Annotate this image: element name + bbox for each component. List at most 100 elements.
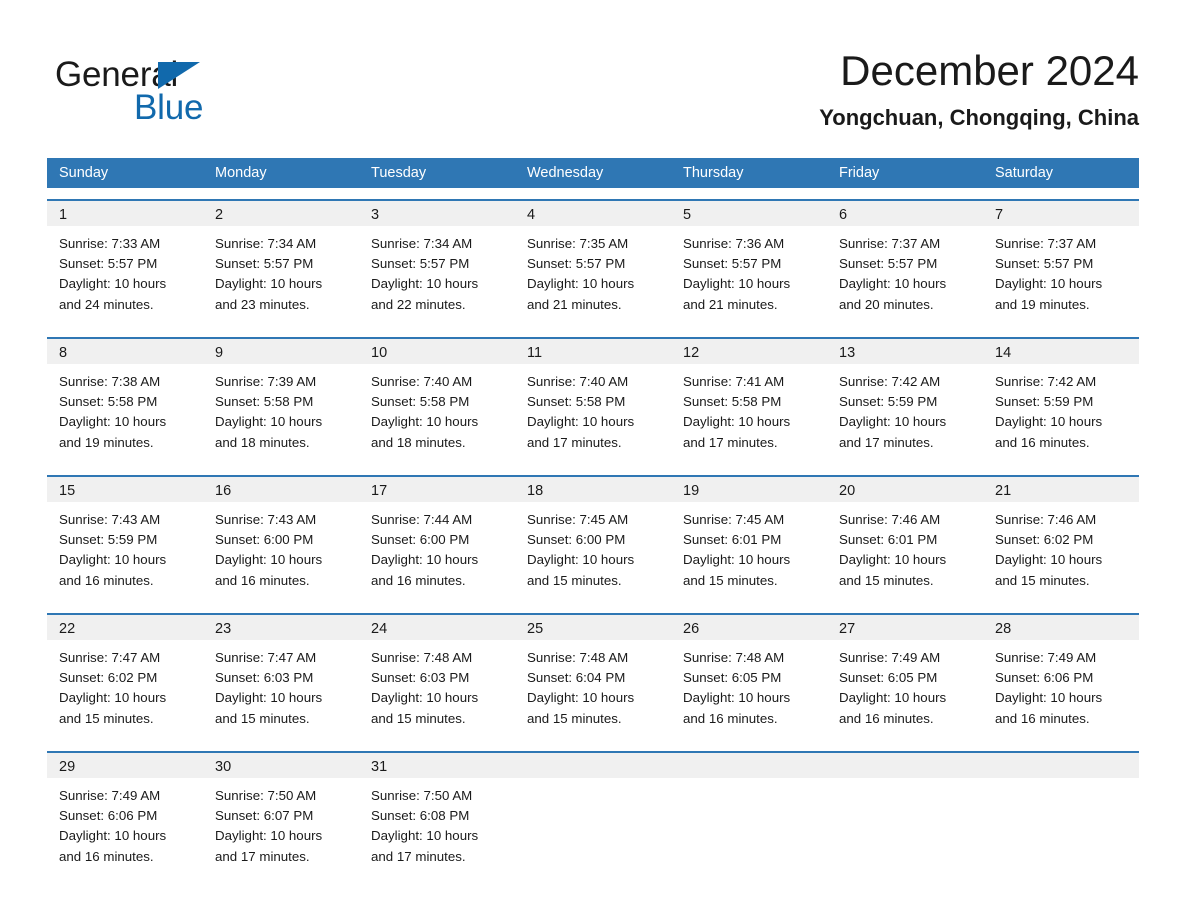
day-cell[interactable]: 9 Sunrise: 7:39 AM Sunset: 5:58 PM Dayli… [203, 339, 359, 464]
day-number: 1 [47, 201, 203, 226]
day-cell[interactable]: 24 Sunrise: 7:48 AM Sunset: 6:03 PM Dayl… [359, 615, 515, 740]
sunset-text: Sunset: 6:00 PM [371, 532, 470, 548]
day-details: Sunrise: 7:50 AM Sunset: 6:07 PM Dayligh… [203, 778, 359, 878]
sunset-text: Sunset: 5:57 PM [683, 256, 782, 272]
day-details: Sunrise: 7:42 AM Sunset: 5:59 PM Dayligh… [827, 364, 983, 464]
sunrise-text: Sunrise: 7:48 AM [527, 650, 629, 665]
daylight-text-line1: Daylight: 10 hours [839, 690, 947, 706]
daylight-text-line1: Daylight: 10 hours [839, 552, 947, 568]
day-cell[interactable]: 13 Sunrise: 7:42 AM Sunset: 5:59 PM Dayl… [827, 339, 983, 464]
day-cell[interactable]: 15 Sunrise: 7:43 AM Sunset: 5:59 PM Dayl… [47, 477, 203, 602]
day-number: 7 [983, 201, 1139, 226]
day-details: Sunrise: 7:45 AM Sunset: 6:00 PM Dayligh… [515, 502, 671, 602]
sunrise-text: Sunrise: 7:37 AM [839, 236, 941, 251]
sunset-text: Sunset: 6:08 PM [371, 808, 470, 824]
day-cell[interactable]: 12 Sunrise: 7:41 AM Sunset: 5:58 PM Dayl… [671, 339, 827, 464]
day-cell[interactable]: 29 Sunrise: 7:49 AM Sunset: 6:06 PM Dayl… [47, 753, 203, 878]
day-cell[interactable]: 23 Sunrise: 7:47 AM Sunset: 6:03 PM Dayl… [203, 615, 359, 740]
day-details: Sunrise: 7:37 AM Sunset: 5:57 PM Dayligh… [983, 226, 1139, 326]
daylight-text-line1: Daylight: 10 hours [59, 690, 167, 706]
daylight-text-line2: and 22 minutes. [371, 296, 466, 312]
weekday-header-tuesday: Tuesday [371, 165, 427, 181]
weekday-header-saturday: Saturday [995, 165, 1054, 181]
logo-text-blue: Blue [134, 88, 204, 127]
daylight-text-line2: and 17 minutes. [839, 434, 934, 450]
sunset-text: Sunset: 6:02 PM [59, 670, 158, 686]
sunset-text: Sunset: 6:05 PM [839, 670, 938, 686]
day-cell[interactable]: 18 Sunrise: 7:45 AM Sunset: 6:00 PM Dayl… [515, 477, 671, 602]
sunset-text: Sunset: 6:00 PM [215, 532, 314, 548]
day-details [827, 778, 983, 878]
sunset-text: Sunset: 6:00 PM [527, 532, 626, 548]
day-details: Sunrise: 7:50 AM Sunset: 6:08 PM Dayligh… [359, 778, 515, 878]
day-number: 2 [203, 201, 359, 226]
day-cell[interactable]: 16 Sunrise: 7:43 AM Sunset: 6:00 PM Dayl… [203, 477, 359, 602]
daylight-text-line2: and 18 minutes. [371, 434, 466, 450]
daylight-text-line2: and 16 minutes. [371, 572, 466, 588]
day-cell[interactable]: 17 Sunrise: 7:44 AM Sunset: 6:00 PM Dayl… [359, 477, 515, 602]
day-number: 6 [827, 201, 983, 226]
day-cell[interactable]: 21 Sunrise: 7:46 AM Sunset: 6:02 PM Dayl… [983, 477, 1139, 602]
day-cell[interactable]: 19 Sunrise: 7:45 AM Sunset: 6:01 PM Dayl… [671, 477, 827, 602]
daylight-text-line1: Daylight: 10 hours [59, 414, 167, 430]
sunset-text: Sunset: 5:58 PM [683, 394, 782, 410]
sunset-text: Sunset: 6:05 PM [683, 670, 782, 686]
day-cell[interactable]: 7 Sunrise: 7:37 AM Sunset: 5:57 PM Dayli… [983, 201, 1139, 326]
day-number: 28 [983, 615, 1139, 640]
day-details: Sunrise: 7:49 AM Sunset: 6:06 PM Dayligh… [47, 778, 203, 878]
day-cell[interactable]: 8 Sunrise: 7:38 AM Sunset: 5:58 PM Dayli… [47, 339, 203, 464]
page-title: December 2024 [840, 47, 1139, 94]
day-cell[interactable]: 5 Sunrise: 7:36 AM Sunset: 5:57 PM Dayli… [671, 201, 827, 326]
day-cell[interactable]: 3 Sunrise: 7:34 AM Sunset: 5:57 PM Dayli… [359, 201, 515, 326]
sunrise-text: Sunrise: 7:43 AM [215, 512, 317, 527]
day-cell-empty [671, 753, 827, 878]
generalblue-logo[interactable]: General Blue [55, 55, 355, 135]
day-details: Sunrise: 7:44 AM Sunset: 6:00 PM Dayligh… [359, 502, 515, 602]
day-details: Sunrise: 7:36 AM Sunset: 5:57 PM Dayligh… [671, 226, 827, 326]
sunrise-text: Sunrise: 7:36 AM [683, 236, 785, 251]
day-number: 4 [515, 201, 671, 226]
day-number: 11 [515, 339, 671, 364]
daylight-text-line1: Daylight: 10 hours [215, 828, 323, 844]
daylight-text-line1: Daylight: 10 hours [59, 552, 167, 568]
daylight-text-line2: and 18 minutes. [215, 434, 310, 450]
day-details: Sunrise: 7:46 AM Sunset: 6:02 PM Dayligh… [983, 502, 1139, 602]
daylight-text-line1: Daylight: 10 hours [371, 828, 479, 844]
day-cell[interactable]: 27 Sunrise: 7:49 AM Sunset: 6:05 PM Dayl… [827, 615, 983, 740]
daylight-text-line1: Daylight: 10 hours [839, 414, 947, 430]
day-cell[interactable]: 1 Sunrise: 7:33 AM Sunset: 5:57 PM Dayli… [47, 201, 203, 326]
daylight-text-line1: Daylight: 10 hours [683, 552, 791, 568]
daylight-text-line2: and 16 minutes. [995, 434, 1090, 450]
sunset-text: Sunset: 5:57 PM [995, 256, 1094, 272]
day-details: Sunrise: 7:33 AM Sunset: 5:57 PM Dayligh… [47, 226, 203, 326]
daylight-text-line1: Daylight: 10 hours [683, 276, 791, 292]
day-details: Sunrise: 7:40 AM Sunset: 5:58 PM Dayligh… [515, 364, 671, 464]
day-number: 24 [359, 615, 515, 640]
day-cell[interactable]: 2 Sunrise: 7:34 AM Sunset: 5:57 PM Dayli… [203, 201, 359, 326]
day-details: Sunrise: 7:48 AM Sunset: 6:05 PM Dayligh… [671, 640, 827, 740]
day-cell[interactable]: 11 Sunrise: 7:40 AM Sunset: 5:58 PM Dayl… [515, 339, 671, 464]
sunrise-text: Sunrise: 7:38 AM [59, 374, 161, 389]
day-cell[interactable]: 20 Sunrise: 7:46 AM Sunset: 6:01 PM Dayl… [827, 477, 983, 602]
day-cell[interactable]: 31 Sunrise: 7:50 AM Sunset: 6:08 PM Dayl… [359, 753, 515, 878]
sunset-text: Sunset: 6:01 PM [683, 532, 782, 548]
sunrise-text: Sunrise: 7:34 AM [215, 236, 317, 251]
day-cell[interactable]: 30 Sunrise: 7:50 AM Sunset: 6:07 PM Dayl… [203, 753, 359, 878]
day-cell[interactable]: 6 Sunrise: 7:37 AM Sunset: 5:57 PM Dayli… [827, 201, 983, 326]
day-cell[interactable]: 26 Sunrise: 7:48 AM Sunset: 6:05 PM Dayl… [671, 615, 827, 740]
day-cell[interactable]: 14 Sunrise: 7:42 AM Sunset: 5:59 PM Dayl… [983, 339, 1139, 464]
daylight-text-line2: and 16 minutes. [59, 572, 154, 588]
daylight-text-line2: and 15 minutes. [995, 572, 1090, 588]
sunrise-text: Sunrise: 7:39 AM [215, 374, 317, 389]
sunrise-text: Sunrise: 7:50 AM [371, 788, 473, 803]
daylight-text-line2: and 15 minutes. [59, 710, 154, 726]
daylight-text-line1: Daylight: 10 hours [683, 690, 791, 706]
day-cell[interactable]: 28 Sunrise: 7:49 AM Sunset: 6:06 PM Dayl… [983, 615, 1139, 740]
day-cell[interactable]: 25 Sunrise: 7:48 AM Sunset: 6:04 PM Dayl… [515, 615, 671, 740]
sunrise-text: Sunrise: 7:49 AM [995, 650, 1097, 665]
sunrise-text: Sunrise: 7:45 AM [683, 512, 785, 527]
day-cell[interactable]: 4 Sunrise: 7:35 AM Sunset: 5:57 PM Dayli… [515, 201, 671, 326]
day-cell[interactable]: 22 Sunrise: 7:47 AM Sunset: 6:02 PM Dayl… [47, 615, 203, 740]
day-cell[interactable]: 10 Sunrise: 7:40 AM Sunset: 5:58 PM Dayl… [359, 339, 515, 464]
daylight-text-line2: and 19 minutes. [59, 434, 154, 450]
